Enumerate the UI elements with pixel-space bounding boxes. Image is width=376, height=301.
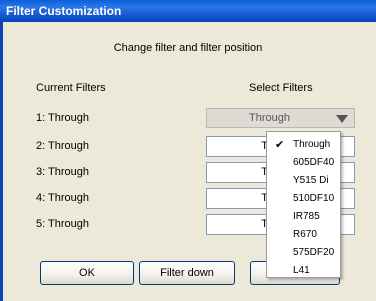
- current-filter-3: 3: Through: [36, 166, 90, 178]
- dialog-subtitle: Change filter and filter position: [113, 42, 263, 54]
- filter-option-label: 510DF10: [293, 193, 335, 204]
- filter-option-label: IR785: [293, 211, 320, 222]
- select-filters-header: Select Filters: [249, 82, 313, 94]
- filter-option-label: 605DF40: [293, 157, 335, 168]
- dropdown-arrow-icon[interactable]: [336, 115, 348, 123]
- filter-option-510df10[interactable]: 510DF10: [267, 190, 340, 208]
- filter-option-575df20[interactable]: 575DF20: [267, 244, 340, 262]
- current-filter-4: 4: Through: [36, 192, 90, 204]
- filter-option-label: Y515 Di: [293, 175, 329, 186]
- current-filters-header: Current Filters: [36, 82, 106, 94]
- filter-option-605df40[interactable]: 605DF40: [267, 154, 340, 172]
- window-title: Filter Customization: [0, 0, 376, 22]
- checkmark-icon: ✔: [275, 139, 285, 151]
- current-filter-5: 5: Through: [36, 218, 90, 230]
- filter-option-through[interactable]: ✔ Through: [267, 136, 340, 154]
- filter-option-l41[interactable]: L41: [267, 262, 340, 280]
- filter-select-1[interactable]: Through: [206, 108, 355, 128]
- filter-down-button[interactable]: Filter down: [139, 261, 235, 285]
- filter-option-label: Through: [293, 139, 331, 150]
- filter-option-label: R670: [293, 229, 317, 240]
- ok-button[interactable]: OK: [40, 261, 134, 285]
- filter-dropdown-list: ✔ Through 605DF40 Y515 Di 510DF10 IR785 …: [266, 131, 341, 278]
- current-filter-2: 2: Through: [36, 140, 90, 152]
- filter-option-label: L41: [293, 265, 310, 276]
- filter-option-y515-di[interactable]: Y515 Di: [267, 172, 340, 190]
- window-border: [0, 22, 3, 301]
- filter-option-r670[interactable]: R670: [267, 226, 340, 244]
- current-filter-1: 1: Through: [36, 112, 90, 124]
- filter-option-label: 575DF20: [293, 247, 335, 258]
- filter-option-ir785[interactable]: IR785: [267, 208, 340, 226]
- filter-select-1-value: Through: [249, 112, 290, 124]
- filter-customization-window: Filter Customization Change filter and f…: [0, 0, 376, 301]
